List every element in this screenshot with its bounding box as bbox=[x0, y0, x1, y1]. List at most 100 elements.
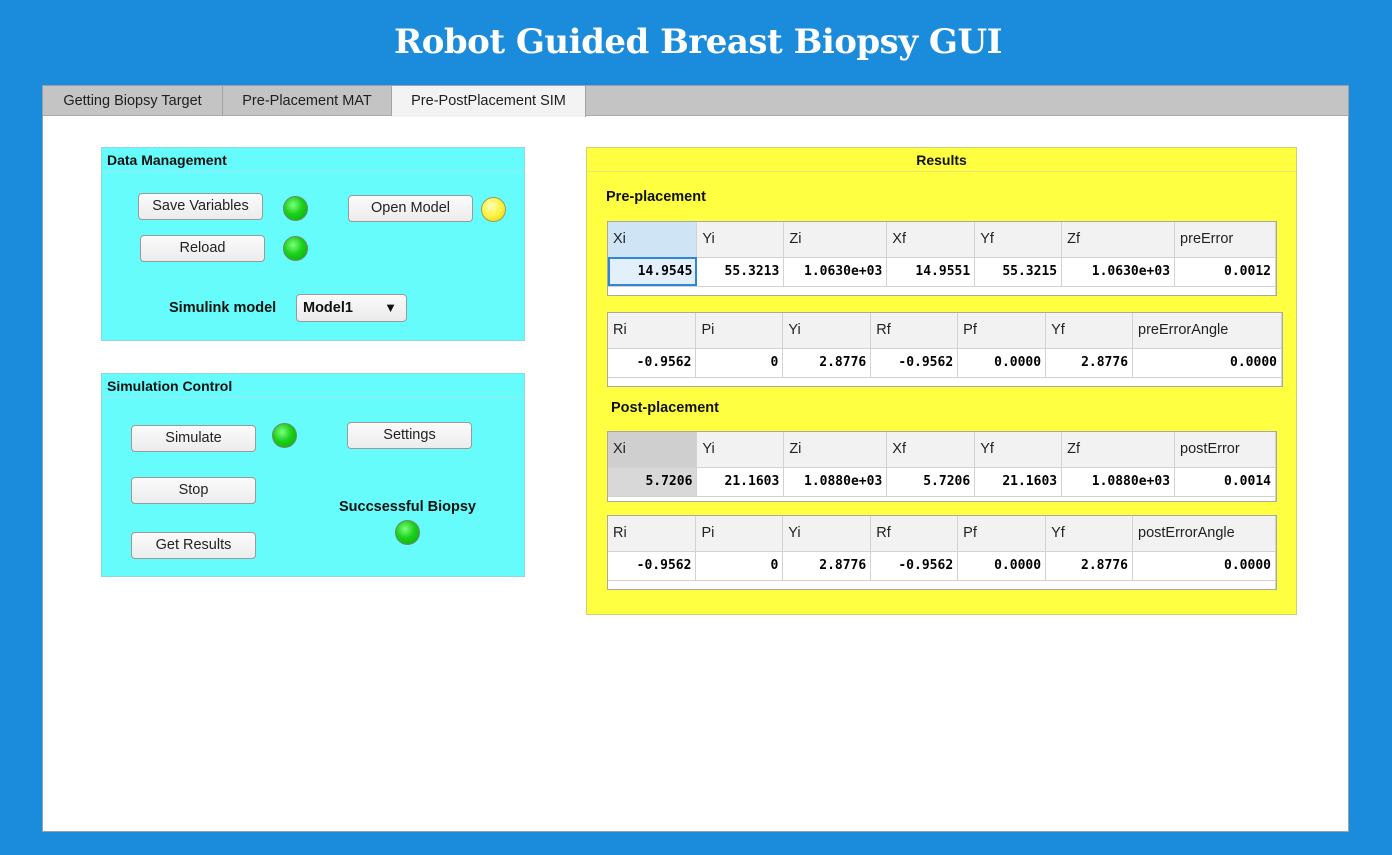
table-cell[interactable]: 14.9551 bbox=[886, 257, 976, 286]
column-header[interactable]: preErrorAngle bbox=[1132, 313, 1282, 349]
column-header[interactable]: Rf bbox=[870, 516, 959, 552]
pre-position-table[interactable]: Xi Yi Zi Xf Yf Zf preError 14.9545 55.32… bbox=[607, 221, 1277, 296]
post-angle-grid: Ri Pi Yi Rf Pf Yf postErrorAngle -0.9562… bbox=[608, 516, 1276, 589]
table-cell-selected[interactable]: 5.7206 bbox=[608, 467, 698, 496]
reload-button[interactable]: Reload bbox=[140, 235, 265, 262]
column-header[interactable]: postErrorAngle bbox=[1132, 516, 1276, 552]
table-cell[interactable]: 2.8776 bbox=[1045, 551, 1133, 580]
column-header[interactable]: Yf bbox=[974, 222, 1063, 258]
table-cell-selected[interactable]: 14.9545 bbox=[608, 257, 698, 286]
tab-pre-postplacement-sim[interactable]: Pre-PostPlacement SIM bbox=[392, 86, 586, 117]
table-cell[interactable]: 2.8776 bbox=[782, 348, 872, 377]
table-cell[interactable]: 0.0000 bbox=[1132, 348, 1282, 377]
table-footer bbox=[608, 579, 1276, 589]
column-header[interactable]: Zf bbox=[1061, 222, 1176, 258]
simulink-model-value: Model1 bbox=[303, 300, 353, 316]
table-cell[interactable]: 0.0000 bbox=[1132, 551, 1276, 580]
simulation-control-title: Simulation Control bbox=[102, 374, 524, 398]
table-cell[interactable]: 0.0000 bbox=[957, 551, 1047, 580]
pre-position-grid: Xi Yi Zi Xf Yf Zf preError 14.9545 55.32… bbox=[608, 222, 1276, 295]
simulate-button[interactable]: Simulate bbox=[131, 425, 256, 452]
column-header[interactable]: Xi bbox=[608, 432, 698, 468]
table-cell[interactable]: 2.8776 bbox=[1045, 348, 1134, 377]
table-cell[interactable]: 1.0880e+03 bbox=[1061, 467, 1176, 496]
table-cell[interactable]: 1.0880e+03 bbox=[783, 467, 888, 496]
table-cell[interactable]: -0.9562 bbox=[870, 348, 959, 377]
table-cell[interactable]: 21.1603 bbox=[974, 467, 1063, 496]
column-header[interactable]: Zf bbox=[1061, 432, 1176, 468]
column-header[interactable]: Zi bbox=[783, 432, 888, 468]
column-header[interactable]: preError bbox=[1174, 222, 1276, 258]
column-header[interactable]: Xi bbox=[608, 222, 698, 258]
table-cell[interactable]: 5.7206 bbox=[886, 467, 976, 496]
column-header[interactable]: Pf bbox=[957, 313, 1047, 349]
column-header[interactable]: Pf bbox=[957, 516, 1047, 552]
table-header-row: Xi Yi Zi Xf Yf Zf postError bbox=[608, 432, 1276, 468]
column-header[interactable]: Pi bbox=[695, 313, 784, 349]
column-header[interactable]: Yi bbox=[782, 313, 872, 349]
table-cell[interactable]: 1.0630e+03 bbox=[783, 257, 888, 286]
get-results-button[interactable]: Get Results bbox=[131, 532, 256, 559]
pre-placement-label: Pre-placement bbox=[606, 189, 706, 205]
table-row: -0.9562 0 2.8776 -0.9562 0.0000 2.8776 0… bbox=[608, 551, 1276, 580]
column-header[interactable]: Yf bbox=[1045, 313, 1134, 349]
table-cell[interactable]: 0 bbox=[695, 348, 784, 377]
table-cell[interactable]: -0.9562 bbox=[608, 348, 697, 377]
table-cell[interactable]: 55.3213 bbox=[696, 257, 785, 286]
table-cell[interactable]: 0.0012 bbox=[1174, 257, 1276, 286]
table-cell[interactable]: 55.3215 bbox=[974, 257, 1063, 286]
column-header[interactable]: Ri bbox=[608, 516, 697, 552]
column-header[interactable]: Yi bbox=[696, 432, 785, 468]
table-header-row: Ri Pi Yi Rf Pf Yf postErrorAngle bbox=[608, 516, 1276, 552]
reload-status-lamp-icon bbox=[283, 236, 308, 261]
results-panel: Results Pre-placement Xi Yi Zi Xf Yf Zf … bbox=[586, 147, 1297, 615]
column-header[interactable]: Ri bbox=[608, 313, 697, 349]
post-placement-label: Post-placement bbox=[611, 400, 719, 416]
simulate-status-lamp-icon bbox=[272, 423, 297, 448]
column-header[interactable]: Xf bbox=[886, 432, 976, 468]
post-position-table[interactable]: Xi Yi Zi Xf Yf Zf postError 5.7206 21.16… bbox=[607, 431, 1277, 502]
table-footer bbox=[608, 495, 1276, 501]
open-model-status-lamp-icon bbox=[481, 197, 506, 222]
post-position-grid: Xi Yi Zi Xf Yf Zf postError 5.7206 21.16… bbox=[608, 432, 1276, 501]
column-header[interactable]: Xf bbox=[886, 222, 976, 258]
tab-getting-biopsy-target[interactable]: Getting Biopsy Target bbox=[43, 86, 223, 116]
table-row: -0.9562 0 2.8776 -0.9562 0.0000 2.8776 0… bbox=[608, 348, 1282, 377]
stop-button[interactable]: Stop bbox=[131, 477, 256, 504]
column-header[interactable]: Yf bbox=[974, 432, 1063, 468]
data-management-title: Data Management bbox=[102, 148, 524, 172]
column-header[interactable]: Zi bbox=[783, 222, 888, 258]
app-title: Robot Guided Breast Biopsy GUI bbox=[393, 22, 1003, 62]
table-cell[interactable]: 1.0630e+03 bbox=[1061, 257, 1176, 286]
table-cell[interactable]: 0.0014 bbox=[1174, 467, 1276, 496]
table-cell[interactable]: -0.9562 bbox=[870, 551, 959, 580]
column-header[interactable]: Pi bbox=[695, 516, 784, 552]
table-cell[interactable]: 21.1603 bbox=[696, 467, 785, 496]
table-footer bbox=[608, 285, 1276, 295]
tab-pre-placement-mat[interactable]: Pre-Placement MAT bbox=[223, 86, 392, 116]
pre-angle-table[interactable]: Ri Pi Yi Rf Pf Yf preErrorAngle -0.9562 … bbox=[607, 312, 1283, 387]
table-footer bbox=[608, 376, 1282, 386]
post-angle-table[interactable]: Ri Pi Yi Rf Pf Yf postErrorAngle -0.9562… bbox=[607, 515, 1277, 590]
results-title: Results bbox=[587, 148, 1296, 172]
simulink-model-select[interactable]: Model1 ▼ bbox=[296, 294, 407, 322]
column-header[interactable]: Yi bbox=[782, 516, 872, 552]
open-model-button[interactable]: Open Model bbox=[348, 195, 473, 222]
tab-bar: Getting Biopsy Target Pre-Placement MAT … bbox=[43, 86, 1348, 117]
table-cell[interactable]: 0 bbox=[695, 551, 784, 580]
settings-button[interactable]: Settings bbox=[347, 422, 472, 449]
table-cell[interactable]: 0.0000 bbox=[957, 348, 1047, 377]
save-status-lamp-icon bbox=[283, 196, 308, 221]
table-cell[interactable]: -0.9562 bbox=[608, 551, 697, 580]
table-header-row: Ri Pi Yi Rf Pf Yf preErrorAngle bbox=[608, 313, 1282, 349]
table-cell[interactable]: 2.8776 bbox=[782, 551, 872, 580]
simulation-control-panel: Simulation Control Simulate Settings Sto… bbox=[101, 373, 525, 577]
column-header[interactable]: postError bbox=[1174, 432, 1276, 468]
pre-angle-grid: Ri Pi Yi Rf Pf Yf preErrorAngle -0.9562 … bbox=[608, 313, 1282, 386]
save-variables-button[interactable]: Save Variables bbox=[138, 193, 263, 220]
simulink-model-label: Simulink model bbox=[169, 300, 277, 316]
column-header[interactable]: Yi bbox=[696, 222, 785, 258]
column-header[interactable]: Rf bbox=[870, 313, 959, 349]
table-row: 5.7206 21.1603 1.0880e+03 5.7206 21.1603… bbox=[608, 467, 1276, 496]
column-header[interactable]: Yf bbox=[1045, 516, 1133, 552]
